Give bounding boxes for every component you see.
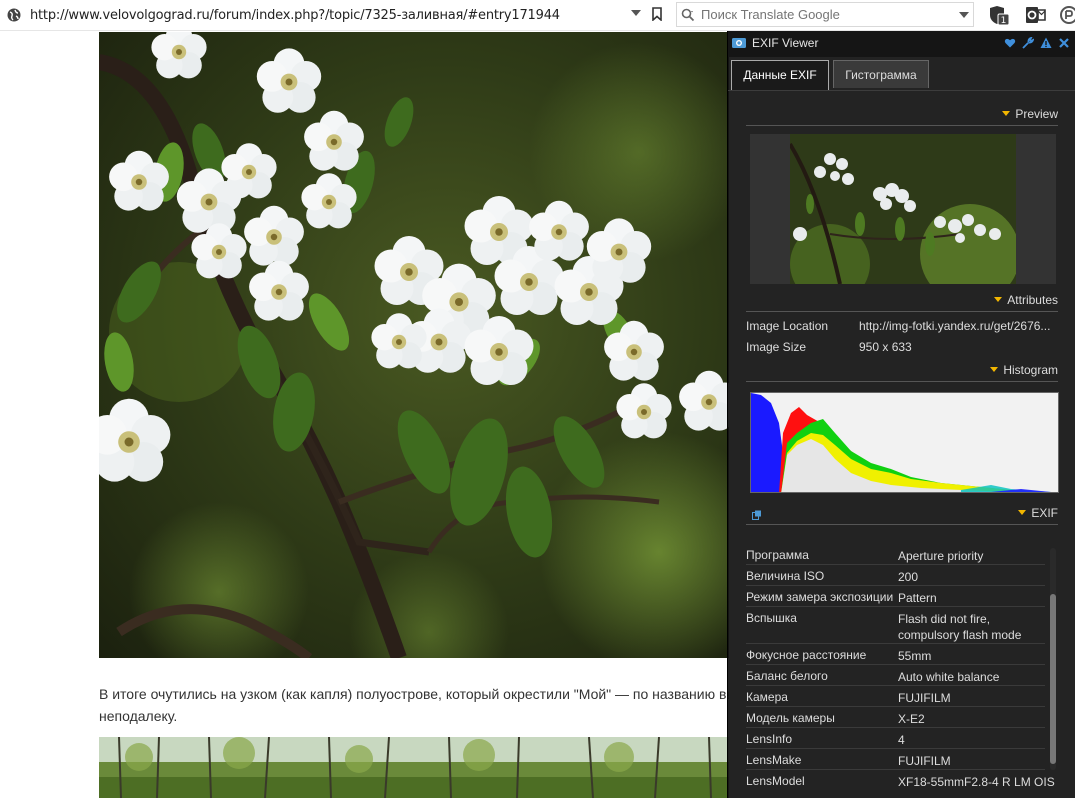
search-input[interactable] <box>701 7 941 22</box>
paragraph-line-1: В итоге очутились на узком (как капля) п… <box>99 686 729 702</box>
exif-key: Величина ISO <box>746 569 825 583</box>
panel-title: EXIF Viewer <box>752 36 819 50</box>
attr-image-size-value: 950 x 633 <box>859 340 912 354</box>
section-histogram-header[interactable]: Histogram <box>746 363 1058 382</box>
exif-key: Вспышка <box>746 611 797 625</box>
exif-key: LensMake <box>746 753 802 767</box>
exif-value: 55mm <box>898 649 932 663</box>
exif-key: Фокусное расстояние <box>746 648 867 662</box>
exif-row-flash: Вспышка Flash did not fire, compulsory f… <box>746 607 1045 644</box>
tab-exif-data[interactable]: Данные EXIF <box>731 60 829 90</box>
exif-value: X-E2 <box>898 712 925 726</box>
warning-icon[interactable] <box>1040 37 1052 49</box>
url-dropdown-icon[interactable] <box>631 10 641 16</box>
exif-value: 4 <box>898 733 905 747</box>
exif-key: Камера <box>746 690 788 704</box>
close-icon[interactable] <box>1058 37 1070 49</box>
histogram-chart <box>750 392 1059 493</box>
exif-value: Flash did not fire, compulsory flash mod… <box>898 612 1022 642</box>
forest-photo <box>99 737 729 798</box>
camera-icon <box>732 38 746 48</box>
exif-key: LensModel <box>746 774 805 788</box>
exif-value: Aperture priority <box>898 549 984 563</box>
section-exif-header[interactable]: EXIF <box>746 506 1058 525</box>
exif-row-lens-model: LensModel XF18-55mmF2.8-4 R LM OIS <box>746 770 1055 790</box>
exif-key: Режим замера экспозиции <box>746 590 894 604</box>
bookmark-icon[interactable] <box>652 7 662 21</box>
search-box[interactable] <box>676 2 974 27</box>
address-bar[interactable]: http://www.velovolgograd.ru/forum/index.… <box>0 2 670 28</box>
exif-row-white-balance: Баланс белого Auto white balance <box>746 665 1045 686</box>
exif-value: XF18-55mmF2.8-4 R LM OIS <box>898 775 1055 789</box>
preview-thumbnail <box>790 134 1016 284</box>
attr-image-size-label: Image Size <box>746 340 807 354</box>
forum-photo-forest[interactable] <box>99 737 729 798</box>
exif-row-lens-make: LensMake FUJIFILM <box>746 749 1045 770</box>
outlook-icon[interactable] <box>1024 5 1046 25</box>
extension-icon[interactable] <box>1058 5 1075 25</box>
section-attributes-label: Attributes <box>1007 293 1058 307</box>
shield-extension-icon[interactable]: 1 <box>988 5 1010 25</box>
wrench-icon[interactable] <box>1022 37 1034 49</box>
exif-viewer-panel: EXIF Viewer Данные EXIF Гистограмма Prev… <box>727 31 1075 798</box>
article-paragraph: В итоге очутились на узком (как капля) п… <box>99 683 729 727</box>
section-attributes-header[interactable]: Attributes <box>746 293 1058 312</box>
browser-toolbar: http://www.velovolgograd.ru/forum/index.… <box>0 0 1075 31</box>
forum-photo-blossom[interactable] <box>99 32 729 658</box>
exif-key: LensInfo <box>746 732 793 746</box>
attr-image-location-label: Image Location <box>746 319 829 333</box>
exif-row-iso: Величина ISO 200 <box>746 565 1045 586</box>
collapse-triangle-icon <box>994 297 1003 302</box>
heart-icon[interactable] <box>1004 37 1016 49</box>
exif-value: FUJIFILM <box>898 691 951 705</box>
blossom-photo <box>99 32 729 658</box>
exif-row-lens-info: LensInfo 4 <box>746 728 1045 749</box>
exif-value: FUJIFILM <box>898 754 951 768</box>
section-histogram-label: Histogram <box>1003 363 1058 377</box>
exif-row-program: Программа Aperture priority <box>746 544 1045 565</box>
attr-image-location-value[interactable]: http://img-fotki.yandex.ru/get/2676... <box>859 319 1050 333</box>
exif-scrollbar[interactable] <box>1050 548 1056 770</box>
tab-histogram[interactable]: Гистограмма <box>833 60 929 88</box>
scrollbar-thumb[interactable] <box>1050 594 1056 764</box>
exif-row-focal-length: Фокусное расстояние 55mm <box>746 644 1045 665</box>
collapse-triangle-icon <box>1002 111 1011 116</box>
search-icon <box>681 8 695 22</box>
section-preview-header[interactable]: Preview <box>746 107 1058 126</box>
exif-key: Баланс белого <box>746 669 828 683</box>
exif-row-camera-make: Камера FUJIFILM <box>746 686 1045 707</box>
panel-tabs: Данные EXIF Гистограмма <box>728 60 1075 91</box>
url-text[interactable]: http://www.velovolgograd.ru/forum/index.… <box>30 8 560 23</box>
panel-header: EXIF Viewer <box>728 31 1075 57</box>
exif-table: Программа Aperture priority Величина ISO… <box>746 544 1055 790</box>
exif-row-camera-model: Модель камеры X-E2 <box>746 707 1045 728</box>
section-exif-label: EXIF <box>1031 506 1058 520</box>
search-dropdown-icon[interactable] <box>959 12 969 18</box>
exif-key: Модель камеры <box>746 711 835 725</box>
collapse-triangle-icon <box>1018 510 1027 515</box>
exif-key: Программа <box>746 548 809 562</box>
globe-icon <box>7 8 21 22</box>
preview-box <box>750 134 1056 284</box>
extension-badge: 1 <box>1001 16 1007 25</box>
exif-value: Pattern <box>898 591 937 605</box>
exif-row-metering: Режим замера экспозиции Pattern <box>746 586 1045 607</box>
exif-value: 200 <box>898 570 919 584</box>
collapse-triangle-icon <box>990 367 999 372</box>
section-preview-label: Preview <box>1015 107 1058 121</box>
exif-value: Auto white balance <box>898 670 1000 684</box>
paragraph-line-2: неподалеку. <box>99 708 178 724</box>
